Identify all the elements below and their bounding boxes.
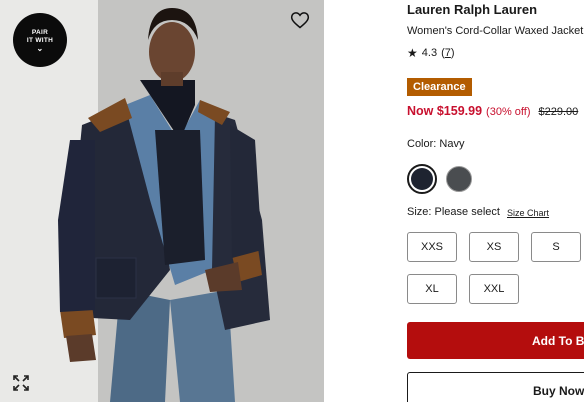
color-label: Color: Navy (407, 138, 465, 150)
swatch-fill (411, 168, 433, 190)
add-to-bag-label: Add To Bag (532, 333, 584, 348)
product-info-panel: Lauren Ralph Lauren Women's Cord-Collar … (407, 0, 584, 402)
rating-value: 4.3 (421, 47, 438, 59)
review-count-paren-close: ) (450, 47, 455, 59)
size-option-xl[interactable]: XL (407, 274, 457, 304)
add-to-bag-button[interactable]: Add To Bag (407, 322, 584, 359)
size-option-xxl[interactable]: XXL (469, 274, 519, 304)
color-swatch-charcoal[interactable] (446, 166, 472, 192)
heart-icon[interactable] (290, 10, 310, 30)
price-row: Now $159.99 (30% off) $229.00 (407, 103, 584, 118)
pair-badge-line1: PAIR (31, 28, 49, 36)
star-icon: ★ (407, 46, 418, 60)
product-name: Women's Cord-Collar Waxed Jacket (407, 25, 584, 37)
product-image[interactable]: PAIR IT WITH ⌄ (0, 0, 324, 402)
clearance-badge: Clearance (407, 78, 472, 96)
size-option-xxs[interactable]: XXS (407, 232, 457, 262)
rating[interactable]: ★ 4.3 (7) (407, 46, 455, 60)
expand-icon[interactable] (13, 375, 29, 391)
size-label: Size: Please select (407, 206, 500, 218)
pair-it-with-badge[interactable]: PAIR IT WITH ⌄ (13, 13, 67, 67)
size-chart-link[interactable]: Size Chart (507, 208, 549, 218)
size-option-xs[interactable]: XS (469, 232, 519, 262)
original-price: $229.00 (538, 106, 579, 118)
sale-price: Now $159.99 (407, 104, 483, 118)
buy-now-label: Buy Now (533, 383, 584, 398)
discount-percent: (30% off) (486, 106, 531, 118)
chevron-down-icon: ⌄ (36, 43, 44, 53)
size-option-s[interactable]: S (531, 232, 581, 262)
color-swatch-navy[interactable] (407, 164, 437, 194)
brand-name[interactable]: Lauren Ralph Lauren (407, 2, 537, 17)
buy-now-button[interactable]: Buy Now (407, 372, 584, 402)
